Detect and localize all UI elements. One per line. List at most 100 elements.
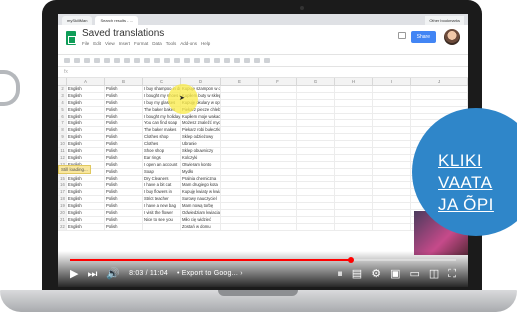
- next-icon[interactable]: ⏭: [87, 266, 97, 282]
- table-cell[interactable]: [411, 86, 468, 92]
- table-cell[interactable]: Polish: [105, 99, 143, 106]
- table-cell[interactable]: [335, 134, 373, 141]
- column-header[interactable]: J: [411, 78, 468, 85]
- row-number[interactable]: 16: [58, 182, 67, 189]
- row-number[interactable]: 4: [58, 99, 67, 106]
- table-cell[interactable]: [259, 182, 297, 189]
- table-cell[interactable]: Polish: [105, 141, 143, 148]
- menu-view[interactable]: View: [105, 41, 115, 46]
- other-bookmarks[interactable]: Other bookmarks: [425, 16, 464, 25]
- table-cell[interactable]: Polish: [105, 161, 143, 168]
- table-cell[interactable]: [335, 203, 373, 210]
- row-number[interactable]: 12: [58, 154, 67, 161]
- volume-icon[interactable]: 🔊: [106, 266, 120, 282]
- table-cell[interactable]: You can find soap: [143, 120, 181, 127]
- table-cell[interactable]: English: [67, 113, 105, 120]
- table-cell[interactable]: [335, 106, 373, 113]
- table-cell[interactable]: English: [67, 120, 105, 127]
- table-cell[interactable]: Polish: [105, 127, 143, 134]
- theater-mode-icon[interactable]: ▭: [409, 266, 419, 282]
- promo-line[interactable]: VAATA: [438, 172, 494, 194]
- table-cell[interactable]: English: [67, 106, 105, 113]
- table-cell[interactable]: Polish: [105, 154, 143, 161]
- row-number[interactable]: 10: [58, 141, 67, 148]
- table-cell[interactable]: [297, 196, 335, 203]
- table-cell[interactable]: English: [67, 189, 105, 196]
- table-cell[interactable]: I bought my holiday: [143, 113, 181, 120]
- table-cell[interactable]: [335, 92, 373, 99]
- avatar[interactable]: [444, 29, 460, 45]
- table-cell[interactable]: Możesz znaleźć mydło w drogerii: [181, 120, 221, 127]
- table-cell[interactable]: [221, 196, 259, 203]
- chart-icon[interactable]: [244, 58, 250, 63]
- font-icon[interactable]: [124, 58, 130, 63]
- table-cell[interactable]: Polish: [105, 216, 143, 223]
- table-row[interactable]: 2EnglishPolishI buy shampoo in drugstore…: [58, 86, 468, 93]
- table-cell[interactable]: Polish: [105, 92, 143, 99]
- table-cell[interactable]: [221, 182, 259, 189]
- table-cell[interactable]: [373, 141, 411, 148]
- fill-color-icon[interactable]: [174, 58, 180, 63]
- table-cell[interactable]: [259, 148, 297, 154]
- strikethrough-icon[interactable]: [154, 58, 160, 63]
- table-row[interactable]: 10 English Polish Clothes Ubranie: [58, 141, 468, 149]
- table-row[interactable]: 22 English Polish Zostań w domu: [58, 223, 468, 231]
- table-cell[interactable]: [259, 223, 297, 230]
- text-color-icon[interactable]: [164, 58, 170, 63]
- table-cell[interactable]: [335, 168, 373, 175]
- miniplayer-icon[interactable]: ▣: [390, 266, 400, 282]
- table-cell[interactable]: [259, 113, 297, 120]
- fullscreen-icon[interactable]: ⛶: [448, 266, 456, 282]
- table-cell[interactable]: [259, 210, 297, 216]
- chapter-title[interactable]: • Export to Goog... ›: [177, 266, 243, 282]
- row-number[interactable]: 3: [58, 92, 67, 99]
- table-cell[interactable]: [373, 113, 411, 120]
- table-cell[interactable]: Sklep obuwniczy: [181, 148, 221, 154]
- table-cell[interactable]: I have a bit cat: [143, 182, 181, 189]
- menu-insert[interactable]: Insert: [119, 41, 130, 46]
- table-row[interactable]: 5EnglishPolishThe baker bakesPiekarz pie…: [58, 106, 468, 114]
- redo-icon[interactable]: [74, 58, 80, 63]
- table-cell[interactable]: [221, 223, 259, 230]
- promo-badge-text[interactable]: KLIKI VAATA JA ÕPI: [438, 150, 494, 216]
- autoplay-toggle-icon[interactable]: ⏸: [337, 266, 343, 282]
- column-header[interactable]: A: [67, 78, 105, 85]
- table-cell[interactable]: I open an account: [143, 161, 181, 168]
- table-cell[interactable]: [259, 154, 297, 161]
- table-cell[interactable]: [297, 99, 335, 106]
- comment-add-icon[interactable]: [234, 58, 240, 63]
- table-cell[interactable]: [373, 216, 411, 223]
- table-cell[interactable]: [259, 99, 297, 106]
- table-cell[interactable]: Odwiedziam kwiaciarnię: [181, 210, 221, 216]
- column-header[interactable]: H: [335, 78, 373, 85]
- table-cell[interactable]: [259, 106, 297, 113]
- table-cell[interactable]: [221, 113, 259, 120]
- table-cell[interactable]: [259, 134, 297, 141]
- table-cell[interactable]: [373, 127, 411, 134]
- table-cell[interactable]: [373, 210, 411, 216]
- table-row[interactable]: 11 English Polish Shoe shop Sklep obuwniczy: [58, 148, 468, 155]
- table-cell[interactable]: English: [67, 196, 105, 203]
- table-row[interactable]: 3EnglishPolishI bought my shoes in the s…: [58, 92, 468, 100]
- table-cell[interactable]: [221, 161, 259, 168]
- column-header[interactable]: G: [297, 78, 335, 85]
- table-cell[interactable]: [373, 120, 411, 127]
- menu-data[interactable]: Data: [152, 41, 162, 46]
- table-row[interactable]: 4EnglishPolishI buy my glassesKupuję oku…: [58, 99, 468, 107]
- table-cell[interactable]: [373, 203, 411, 210]
- table-cell[interactable]: [297, 223, 335, 230]
- table-cell[interactable]: English: [67, 92, 105, 99]
- bold-icon[interactable]: [134, 58, 140, 63]
- table-cell[interactable]: [259, 127, 297, 134]
- table-cell[interactable]: [297, 127, 335, 134]
- row-number[interactable]: 22: [58, 223, 67, 230]
- row-number[interactable]: 9: [58, 134, 67, 141]
- row-number[interactable]: 18: [58, 196, 67, 203]
- table-cell[interactable]: Nice to see you: [143, 216, 181, 223]
- undo-icon[interactable]: [64, 58, 70, 63]
- table-row[interactable]: 7 English Polish You can find soap Możesz zn…: [58, 120, 468, 128]
- table-row[interactable]: 8 English Polish The baker makes Piekarz rob…: [58, 127, 468, 135]
- table-cell[interactable]: Polish: [105, 168, 143, 175]
- table-cell[interactable]: English: [67, 141, 105, 148]
- table-cell[interactable]: Polish: [105, 203, 143, 210]
